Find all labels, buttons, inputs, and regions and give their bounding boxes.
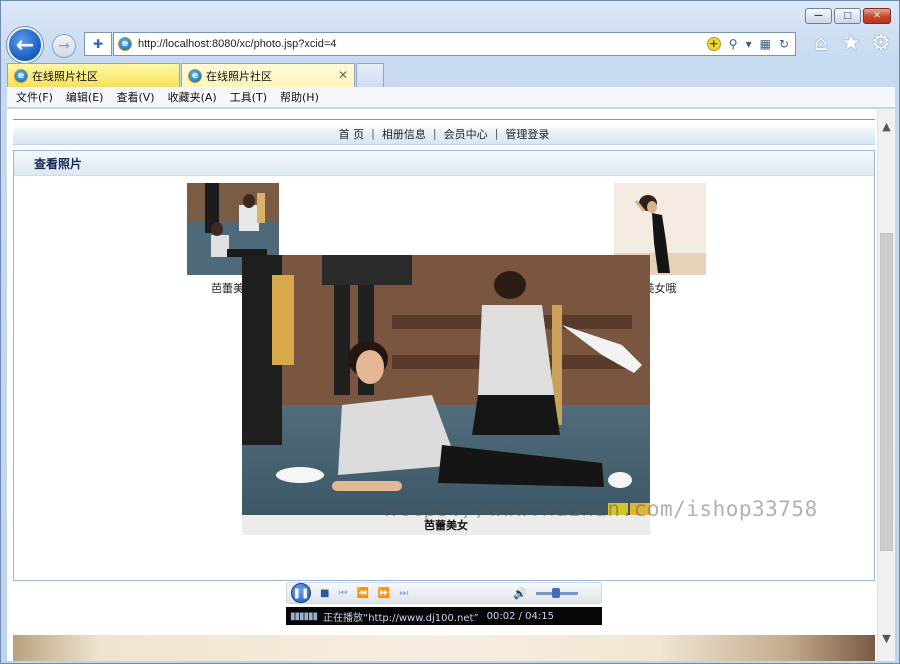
nav-admin-login-link[interactable]: 管理登录 (505, 126, 549, 142)
previous-icon[interactable]: ⏮ (338, 588, 347, 599)
scroll-down-icon[interactable]: ▼ (878, 629, 895, 647)
menu-favorites[interactable]: 收藏夹(A) (168, 89, 217, 105)
forward-button[interactable]: → (52, 34, 76, 58)
nav-separator: | (494, 127, 499, 140)
menu-file[interactable]: 文件(F) (16, 89, 53, 105)
watermark-text: https://www.huzhan.com/ishop33758 (384, 497, 818, 521)
volume-slider[interactable] (536, 587, 579, 598)
home-icon[interactable]: ⌂ (809, 29, 833, 57)
browser-tool-icons: ⌂ ★ ⚙ (809, 29, 893, 57)
new-tab-button[interactable] (356, 63, 384, 87)
tab-1[interactable]: e 在线照片社区 (7, 63, 180, 87)
stop-icon[interactable]: ■ (320, 588, 329, 599)
nav-home-link[interactable]: 首 页 (339, 126, 365, 142)
media-player: ❚❚ ■ ⏮ ⏪ ⏩ ⏭ 🔊 ▮▮▮▮▮▮ 正在播放“http://www.dj… (286, 582, 602, 626)
main-photo[interactable] (242, 255, 650, 515)
browser-window: — □ ✕ ← → ✚ e http://localhost:8080/xc/p… (0, 0, 900, 664)
settings-gear-icon[interactable]: ⚙ (869, 29, 893, 57)
maximize-button[interactable]: □ (834, 8, 861, 24)
player-status-bar: ▮▮▮▮▮▮ 正在播放“http://www.dj100.net” 00:02 … (286, 607, 602, 625)
address-tools: + ⚲ ▾ ▦ ↻ (706, 36, 789, 52)
nav-albums-link[interactable]: 相册信息 (382, 126, 426, 142)
refresh-icon[interactable]: ↻ (779, 36, 789, 52)
favorites-star-icon[interactable]: ★ (839, 29, 863, 57)
rewind-icon[interactable]: ⏪ (356, 588, 368, 599)
volume-knob[interactable] (552, 587, 561, 598)
panel-title: 查看照片 (14, 151, 874, 176)
nav-separator: | (432, 127, 437, 140)
page-icon[interactable]: ▦ (760, 36, 771, 52)
menu-help[interactable]: 帮助(H) (280, 89, 319, 105)
forward-arrow-icon: → (58, 38, 70, 54)
scroll-thumb[interactable] (880, 233, 893, 551)
search-icon[interactable]: ⚲ (729, 36, 738, 52)
tab-label: 在线照片社区 (32, 69, 98, 83)
menu-tools[interactable]: 工具(T) (230, 89, 267, 105)
address-bar[interactable]: e http://localhost:8080/xc/photo.jsp?xci… (113, 32, 796, 56)
player-time: 00:02 / 04:15 (486, 610, 555, 622)
scroll-up-icon[interactable]: ▲ (878, 117, 895, 135)
compatibility-icon: ✚ (92, 37, 104, 51)
address-text[interactable]: http://localhost:8080/xc/photo.jsp?xcid=… (138, 38, 336, 50)
next-icon[interactable]: ⏭ (399, 588, 408, 599)
nav-member-link[interactable]: 会员中心 (444, 126, 488, 142)
menu-edit[interactable]: 编辑(E) (66, 89, 104, 105)
navigation-bar: ← → ✚ e http://localhost:8080/xc/photo.j… (7, 27, 895, 63)
menu-view[interactable]: 查看(V) (116, 89, 154, 105)
ie-tab-icon: e (188, 68, 202, 83)
back-arrow-icon: ← (15, 32, 35, 58)
vertical-scrollbar[interactable]: ▲ ▼ (877, 109, 895, 661)
dropdown-icon[interactable]: ▾ (746, 36, 752, 52)
close-button[interactable]: ✕ (863, 8, 891, 24)
back-button[interactable]: ← (7, 27, 43, 63)
fast-forward-icon[interactable]: ⏩ (378, 588, 390, 599)
compatibility-view-button[interactable]: ✚ (84, 32, 112, 56)
player-status-text: 正在播放“http://www.dj100.net” (323, 612, 479, 624)
volume-icon[interactable]: 🔊 (513, 587, 527, 600)
ie-page-icon: e (118, 37, 132, 51)
nav-separator: | (371, 127, 375, 140)
tab-label: 在线照片社区 (206, 69, 272, 83)
footer-banner-image (13, 635, 875, 661)
close-tab-icon[interactable]: ✕ (338, 68, 348, 82)
tab-strip: e 在线照片社区 e 在线照片社区 ✕ (7, 63, 897, 87)
minimize-button[interactable]: — (805, 8, 832, 24)
menu-bar: 文件(F) 编辑(E) 查看(V) 收藏夹(A) 工具(T) 帮助(H) (7, 87, 895, 108)
top-divider (13, 119, 875, 120)
pause-button[interactable]: ❚❚ (291, 583, 311, 603)
page-viewport: 首 页 | 相册信息 | 会员中心 | 管理登录 查看照片 芭蕾美女 美女哦 芭… (7, 109, 895, 661)
tab-2-active[interactable]: e 在线照片社区 ✕ (181, 63, 355, 87)
signal-bars-icon: ▮▮▮▮▮▮ (290, 610, 318, 622)
player-controls: ❚❚ ■ ⏮ ⏪ ⏩ ⏭ 🔊 (286, 582, 602, 604)
ie-tab-icon: e (14, 68, 28, 83)
addon-icon[interactable]: + (706, 37, 721, 51)
web-page: 首 页 | 相册信息 | 会员中心 | 管理登录 查看照片 芭蕾美女 美女哦 芭… (13, 109, 875, 661)
site-nav: 首 页 | 相册信息 | 会员中心 | 管理登录 (13, 123, 875, 145)
window-controls: — □ ✕ (805, 8, 891, 24)
